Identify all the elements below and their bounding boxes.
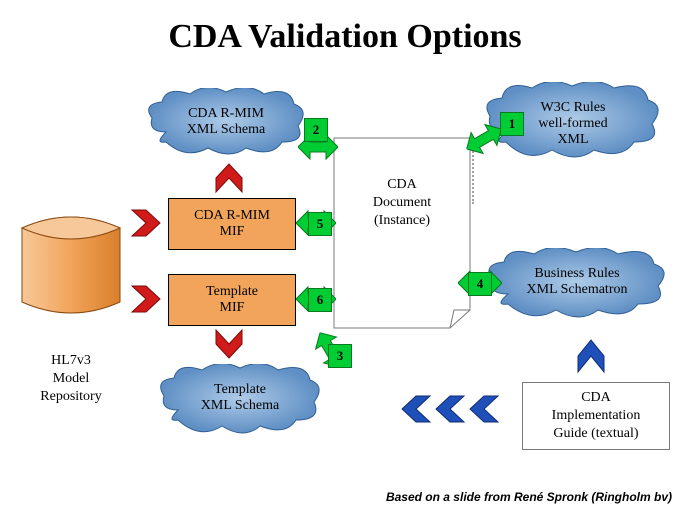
page-title: CDA Validation Options	[0, 18, 690, 56]
red-chevron-2	[130, 284, 162, 314]
document-instance: CDADocument(Instance)	[332, 136, 472, 330]
repository-cylinder: HL7v3ModelRepository	[18, 212, 124, 318]
cloud-template-schema: TemplateXML Schema	[158, 364, 322, 434]
box-rmim-mif: CDA R-MIMMIF	[168, 198, 296, 250]
guide-box: CDAImplementationGuide (textual)	[522, 382, 670, 450]
guide-label: CDAImplementationGuide (textual)	[552, 389, 641, 443]
cloud-business-rules: Business RulesXML Schematron	[486, 248, 668, 318]
blue-chevron-2	[432, 394, 466, 424]
footer-credit: Based on a slide from René Spronk (Ringh…	[386, 490, 672, 504]
badge-6: 6	[308, 288, 332, 312]
cloud-template-schema-label: TemplateXML Schema	[158, 364, 322, 414]
red-chevron-up	[214, 160, 244, 194]
badge-5: 5	[308, 212, 332, 236]
box-template-mif: TemplateMIF	[168, 274, 296, 326]
cloud-business-rules-label: Business RulesXML Schematron	[486, 248, 668, 298]
badge-4: 4	[468, 272, 492, 296]
repository-label: HL7v3ModelRepository	[18, 324, 124, 406]
red-chevron-1	[130, 208, 162, 238]
red-chevron-down	[214, 328, 244, 362]
badge-2: 2	[304, 118, 328, 142]
badge-3: 3	[328, 344, 352, 368]
cloud-rmim-schema-label: CDA R-MIMXML Schema	[146, 88, 306, 138]
blue-chevron-up	[576, 336, 606, 374]
cloud-rmim-schema: CDA R-MIMXML Schema	[146, 88, 306, 156]
box-template-mif-label: TemplateMIF	[206, 284, 258, 316]
blue-chevron-3	[466, 394, 500, 424]
document-label: CDADocument(Instance)	[332, 136, 472, 230]
blue-chevron-1	[398, 394, 432, 424]
diagram-stage: CDA Validation Options HL7v3ModelReposit…	[0, 0, 690, 514]
box-rmim-mif-label: CDA R-MIMMIF	[194, 208, 270, 240]
badge-1: 1	[500, 112, 524, 136]
